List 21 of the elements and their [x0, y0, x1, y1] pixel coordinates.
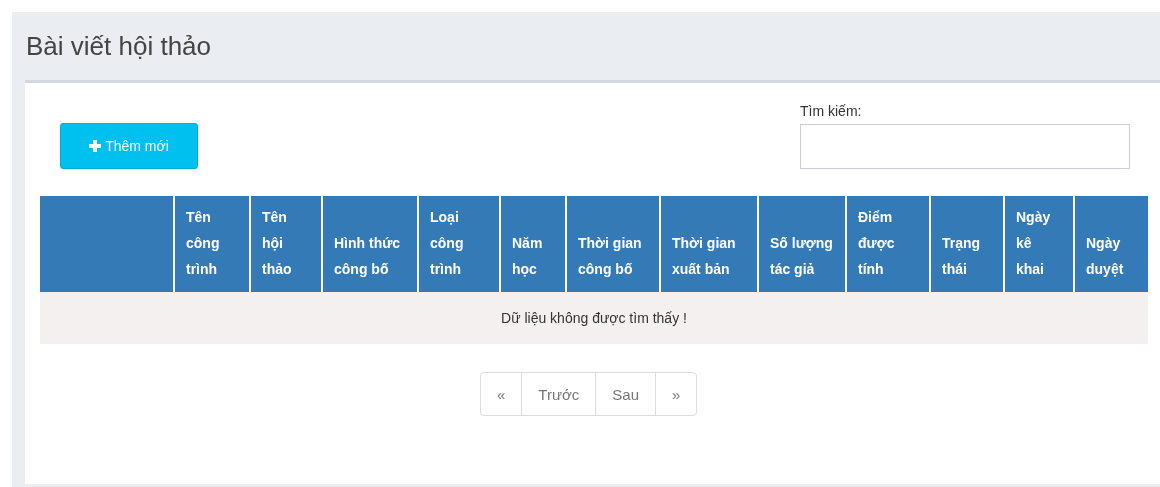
- empty-message: Dữ liệu không được tìm thấy !: [40, 292, 1148, 344]
- column-header[interactable]: Điểm được tính: [846, 196, 930, 292]
- column-header[interactable]: Hình thức công bố: [322, 196, 418, 292]
- column-header[interactable]: Loại công trình: [418, 196, 500, 292]
- column-header[interactable]: Năm học: [500, 196, 566, 292]
- column-header[interactable]: Thời gian công bố: [566, 196, 660, 292]
- column-header[interactable]: Ngày kê khai: [1004, 196, 1074, 292]
- page-link[interactable]: «: [481, 373, 522, 415]
- column-header[interactable]: Tên hội thảo: [250, 196, 322, 292]
- page-link[interactable]: Trước: [521, 373, 596, 415]
- column-header[interactable]: Trạng thái: [930, 196, 1004, 292]
- column-header[interactable]: Số lượng tác giả: [758, 196, 846, 292]
- search-field[interactable]: [800, 124, 1130, 169]
- column-header[interactable]: Thời gian xuất bản: [660, 196, 758, 292]
- page-link[interactable]: »: [655, 373, 697, 415]
- page-link[interactable]: Sau: [595, 373, 656, 415]
- search-label: Tìm kiếm:: [800, 103, 863, 119]
- panel-title: Bài viết hội thảo: [26, 30, 211, 62]
- column-header[interactable]: Ngày duyệt: [1074, 196, 1148, 292]
- column-header[interactable]: Tên công trình: [174, 196, 250, 292]
- plus-icon: [89, 140, 102, 152]
